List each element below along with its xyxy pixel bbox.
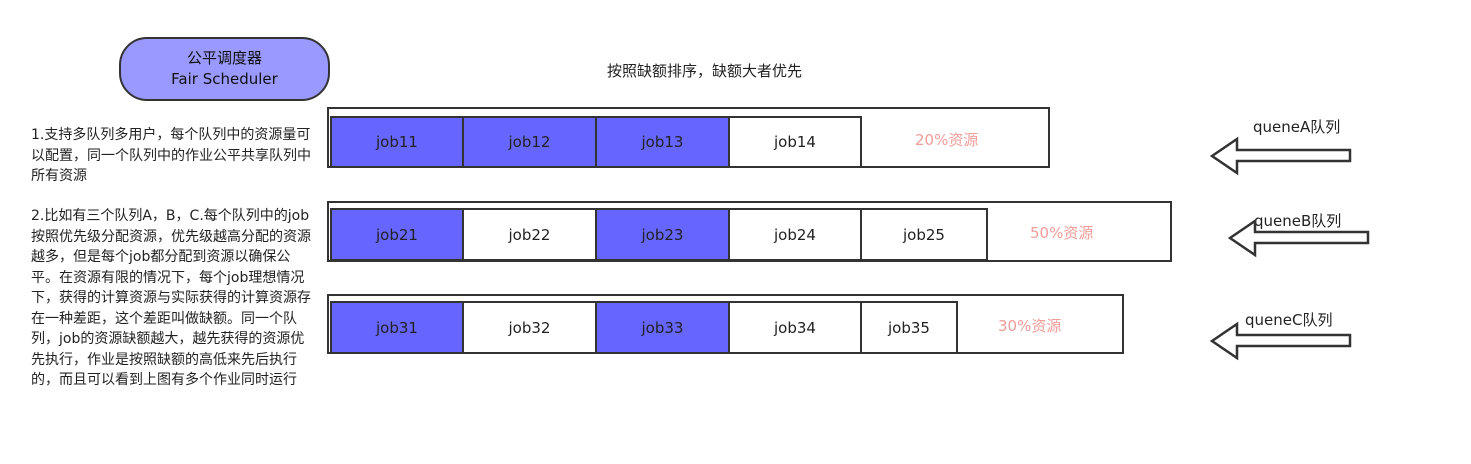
- title-en: Fair Scheduler: [171, 70, 278, 88]
- job-cell: job13: [595, 116, 730, 168]
- job-cell: job24: [728, 208, 862, 261]
- job-cell: job34: [728, 301, 862, 354]
- left-arrow-icon: [1209, 136, 1352, 176]
- description-point-2: 2.比如有三个队列A，B，C.每个队列中的job按照优先级分配资源，优先级越高分…: [31, 208, 311, 388]
- job-cell: job12: [462, 116, 597, 168]
- job-cell: job23: [595, 208, 730, 261]
- left-arrow-icon: [1209, 321, 1352, 361]
- queue-b-resource: 50%资源: [1030, 224, 1094, 242]
- job-cell: job25: [860, 208, 988, 261]
- left-arrow-icon: [1227, 218, 1370, 258]
- job-cell: job33: [595, 301, 730, 354]
- ordering-caption: 按照缺额排序，缺额大者优先: [607, 62, 803, 80]
- job-cell: job35: [860, 301, 958, 354]
- queue-c-resource: 30%资源: [998, 317, 1062, 335]
- job-cell: job21: [330, 208, 464, 261]
- job-cell: job31: [330, 301, 464, 354]
- queue-a-resource: 20%资源: [915, 131, 979, 149]
- job-cell: job11: [330, 116, 464, 168]
- description-point-1: 1.支持多队列多用户，每个队列中的资源量可以配置，同一个队列中的作业公平共享队列…: [31, 127, 311, 184]
- queue-a-label: queneA队列: [1253, 118, 1341, 136]
- job-cell: job22: [462, 208, 597, 261]
- title-cn: 公平调度器: [186, 49, 262, 67]
- job-cell: job14: [728, 116, 862, 168]
- fair-scheduler-title: 公平调度器 Fair Scheduler: [119, 37, 330, 101]
- job-cell: job32: [462, 301, 597, 354]
